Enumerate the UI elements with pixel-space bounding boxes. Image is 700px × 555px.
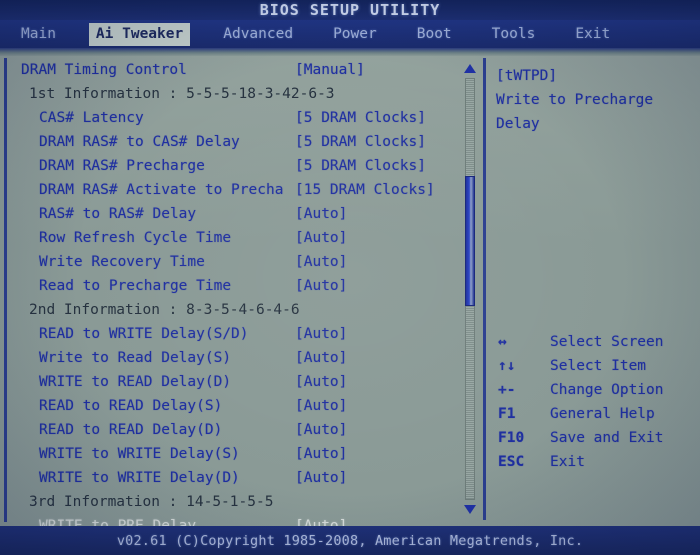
legend-description: Select Screen	[550, 334, 664, 350]
setting-value[interactable]: [Auto]	[295, 370, 347, 394]
scroll-down-arrow-icon[interactable]	[464, 505, 476, 514]
key-legend: ↔ Select Screen ↑↓ Select Item +- Change Opti…	[490, 330, 695, 474]
tab-ai-tweaker[interactable]: Ai Tweaker	[88, 22, 191, 46]
setting-label: DRAM RAS# Precharge	[39, 158, 205, 174]
setting-row[interactable]: CAS# Latency [5 DRAM Clocks]	[7, 106, 473, 130]
tab-main[interactable]: Main	[14, 23, 63, 46]
legend-key: ↑↓	[498, 358, 516, 374]
setting-row[interactable]: DRAM RAS# Precharge [5 DRAM Clocks]	[7, 154, 473, 178]
tab-tools[interactable]: Tools	[485, 23, 543, 46]
info-row: 3rd Information : 14-5-1-5-5	[7, 490, 473, 514]
setting-row[interactable]: Read to Precharge Time [Auto]	[7, 274, 473, 298]
legend-description: Exit	[550, 454, 585, 470]
menu-tab-bar[interactable]: Main Ai Tweaker Advanced Power Boot Tool…	[0, 20, 700, 48]
setting-row[interactable]: Row Refresh Cycle Time [Auto]	[7, 226, 473, 250]
setting-label: Write to Read Delay(S)	[39, 350, 232, 366]
panel-divider	[483, 58, 486, 520]
footer-bar: v02.61 (C)Copyright 1985-2008, American …	[0, 526, 700, 555]
tab-boot[interactable]: Boot	[410, 23, 459, 46]
bios-setup-screen: BIOS SETUP UTILITY Main Ai Tweaker Advan…	[0, 0, 700, 555]
legend-description: Select Item	[550, 358, 647, 374]
setting-row[interactable]: WRITE to WRITE Delay(D) [Auto]	[7, 466, 473, 490]
setting-value[interactable]: [Auto]	[295, 202, 347, 226]
setting-label: Row Refresh Cycle Time	[39, 230, 232, 246]
setting-value[interactable]: [Manual]	[295, 58, 365, 82]
setting-label: Read to Precharge Time	[39, 278, 232, 294]
legend-row: +- Change Option	[490, 378, 695, 402]
legend-row: ↔ Select Screen	[490, 330, 695, 354]
copyright-text: v02.61 (C)Copyright 1985-2008, American …	[116, 532, 584, 549]
legend-description: Save and Exit	[550, 430, 664, 446]
help-line-3: Delay	[496, 116, 540, 132]
setting-value[interactable]: [5 DRAM Clocks]	[295, 106, 426, 130]
setting-value[interactable]: [15 DRAM Clocks]	[295, 178, 435, 202]
legend-row: F1 General Help	[490, 402, 695, 426]
info-row: 1st Information : 5-5-5-18-3-42-6-3	[7, 82, 473, 106]
settings-list[interactable]: DRAM Timing Control [Manual] 1st Informati…	[7, 58, 473, 534]
setting-row[interactable]: Write to Read Delay(S) [Auto]	[7, 346, 473, 370]
setting-label: Write Recovery Time	[39, 254, 205, 270]
setting-value[interactable]: [Auto]	[295, 466, 347, 490]
settings-scrollbar[interactable]	[462, 60, 478, 518]
setting-label: DRAM Timing Control	[21, 62, 187, 78]
setting-value[interactable]: [Auto]	[295, 346, 347, 370]
setting-label: READ to WRITE Delay(S/D)	[39, 326, 249, 342]
setting-label: DRAM RAS# Activate to Precha	[39, 182, 284, 198]
setting-value[interactable]: [Auto]	[295, 226, 347, 250]
setting-label: RAS# to RAS# Delay	[39, 206, 197, 222]
setting-value[interactable]: [5 DRAM Clocks]	[295, 130, 426, 154]
setting-label: 2nd Information : 8-3-5-4-6-4-6	[29, 302, 300, 318]
title-bar: BIOS SETUP UTILITY	[0, 0, 700, 20]
legend-key: +-	[498, 382, 516, 398]
setting-row[interactable]: READ to READ Delay(S) [Auto]	[7, 394, 473, 418]
help-panel: [tWTPD] Write to Precharge Delay ↔ Select…	[490, 58, 695, 520]
help-text: [tWTPD] Write to Precharge Delay	[496, 64, 692, 136]
tab-power[interactable]: Power	[326, 23, 384, 46]
tab-bar-separator	[0, 48, 700, 56]
help-line-1: [tWTPD]	[496, 68, 558, 84]
help-line-2: Write to Precharge	[496, 92, 654, 108]
setting-label: CAS# Latency	[39, 110, 144, 126]
legend-key: ↔	[498, 334, 507, 350]
scrollbar-thumb[interactable]	[465, 176, 475, 306]
setting-row[interactable]: WRITE to WRITE Delay(S) [Auto]	[7, 442, 473, 466]
setting-row[interactable]: DRAM RAS# to CAS# Delay [5 DRAM Clocks]	[7, 130, 473, 154]
setting-row[interactable]: RAS# to RAS# Delay [Auto]	[7, 202, 473, 226]
legend-description: Change Option	[550, 382, 664, 398]
setting-value[interactable]: [Auto]	[295, 250, 347, 274]
setting-value[interactable]: [Auto]	[295, 442, 347, 466]
legend-row: F10 Save and Exit	[490, 426, 695, 450]
setting-label: READ to READ Delay(S)	[39, 398, 223, 414]
scroll-up-arrow-icon[interactable]	[464, 64, 476, 73]
tab-advanced[interactable]: Advanced	[216, 23, 300, 46]
setting-value[interactable]: [5 DRAM Clocks]	[295, 154, 426, 178]
setting-label: WRITE to WRITE Delay(D)	[39, 470, 240, 486]
setting-label: READ to READ Delay(D)	[39, 422, 223, 438]
legend-key: F1	[498, 406, 516, 422]
setting-value[interactable]: [Auto]	[295, 322, 347, 346]
page-title: BIOS SETUP UTILITY	[259, 1, 441, 19]
setting-label: 1st Information : 5-5-5-18-3-42-6-3	[29, 86, 335, 102]
legend-row: ↑↓ Select Item	[490, 354, 695, 378]
setting-row[interactable]: Write Recovery Time [Auto]	[7, 250, 473, 274]
setting-row[interactable]: WRITE to READ Delay(D) [Auto]	[7, 370, 473, 394]
setting-label: DRAM RAS# to CAS# Delay	[39, 134, 240, 150]
setting-label: 3rd Information : 14-5-1-5-5	[29, 494, 274, 510]
content-area: DRAM Timing Control [Manual] 1st Informati…	[0, 56, 700, 534]
setting-value[interactable]: [Auto]	[295, 274, 347, 298]
info-row: 2nd Information : 8-3-5-4-6-4-6	[7, 298, 473, 322]
setting-row[interactable]: DRAM Timing Control [Manual]	[7, 58, 473, 82]
setting-label: WRITE to WRITE Delay(S)	[39, 446, 240, 462]
setting-value[interactable]: [Auto]	[295, 394, 347, 418]
legend-description: General Help	[550, 406, 655, 422]
setting-value[interactable]: [Auto]	[295, 418, 347, 442]
setting-row[interactable]: READ to READ Delay(D) [Auto]	[7, 418, 473, 442]
setting-label: WRITE to READ Delay(D)	[39, 374, 232, 390]
legend-key: ESC	[498, 454, 525, 470]
tab-exit[interactable]: Exit	[568, 23, 617, 46]
legend-key: F10	[498, 430, 525, 446]
setting-row[interactable]: DRAM RAS# Activate to Precha [15 DRAM Clo…	[7, 178, 473, 202]
legend-row: ESC Exit	[490, 450, 695, 474]
setting-row[interactable]: READ to WRITE Delay(S/D) [Auto]	[7, 322, 473, 346]
